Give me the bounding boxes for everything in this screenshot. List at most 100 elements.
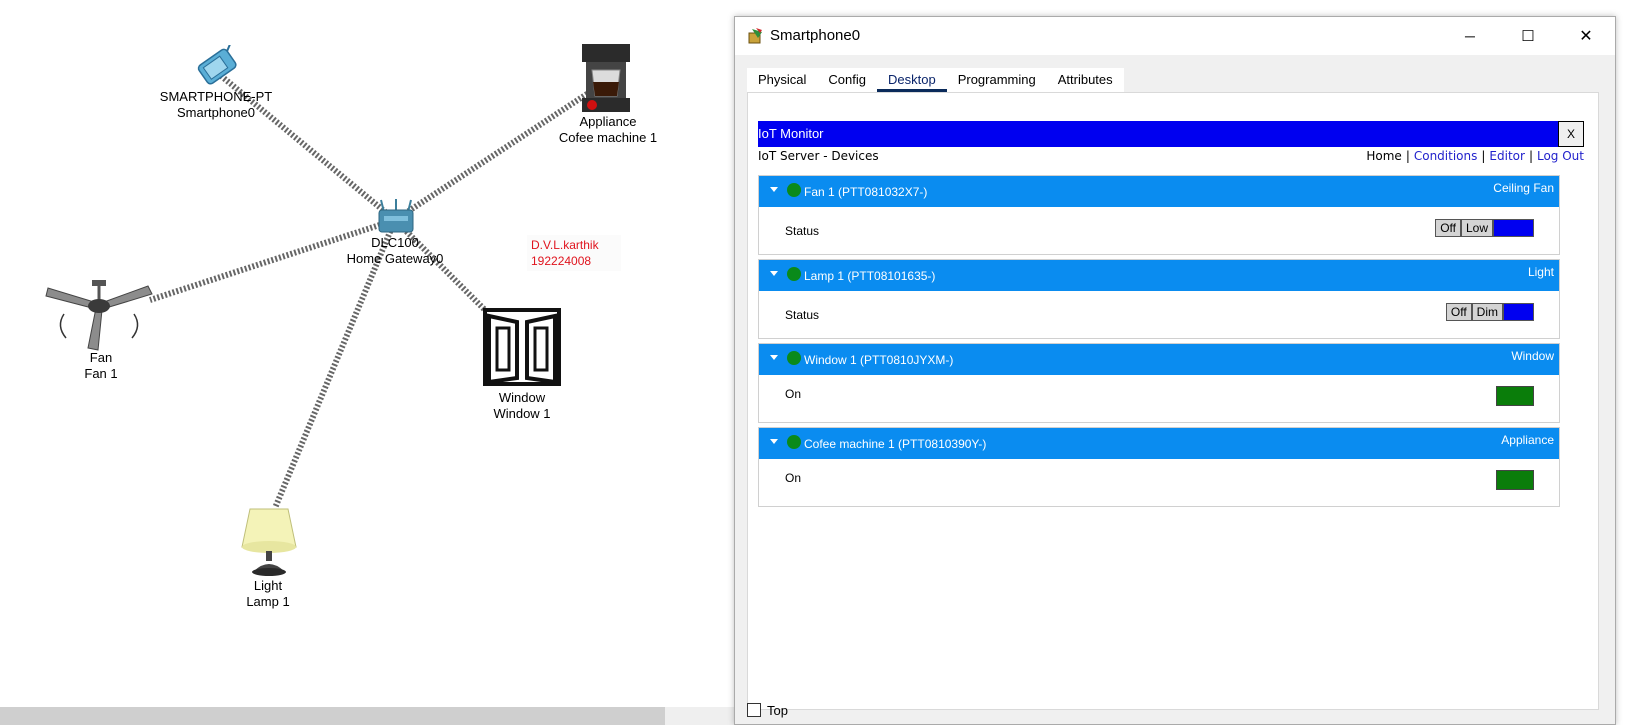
coffee-machine-label: Appliance Cofee machine 1 <box>559 114 657 146</box>
device-body: On <box>759 459 1559 506</box>
nav-separator: | <box>1528 149 1533 163</box>
iot-monitor-titlebar: IoT Monitor X <box>758 121 1584 147</box>
lamp-icon[interactable] <box>238 505 300 577</box>
device-name: Lamp 1 (PTT08101635-) <box>804 269 936 283</box>
expand-caret-icon[interactable] <box>770 271 778 276</box>
horizontal-scrollbar[interactable] <box>0 707 665 725</box>
device-type: Light <box>1527 265 1554 279</box>
status-dot-icon <box>787 183 801 197</box>
property-label: On <box>785 387 802 401</box>
fan-off-button[interactable]: Off <box>1435 219 1461 237</box>
home-gateway-icon[interactable] <box>376 198 416 238</box>
ceiling-fan-icon[interactable] <box>44 278 154 358</box>
fan-high-selected[interactable] <box>1493 219 1534 237</box>
device-name: Fan 1 <box>84 366 118 381</box>
device-name: Window 1 <box>493 406 551 421</box>
close-button[interactable]: ✕ <box>1557 17 1615 55</box>
device-header[interactable]: Cofee machine 1 (PTT0810390Y-) Appliance <box>759 428 1559 459</box>
device-body: Status Off Low <box>759 207 1559 254</box>
device-name: Smartphone0 <box>176 105 256 120</box>
note-id: 192224008 <box>531 254 592 268</box>
scrollbar-track[interactable] <box>665 707 735 725</box>
iot-subtitle: IoT Server - Devices <box>758 149 879 163</box>
device-card-window: Window 1 (PTT0810JYXM-) Window On <box>758 343 1560 423</box>
title-bar[interactable]: Smartphone0 ─ ☐ ✕ <box>735 17 1615 55</box>
device-window: Smartphone0 ─ ☐ ✕ Physical Config Deskto… <box>734 16 1616 725</box>
device-body: Status Off Dim <box>759 291 1559 338</box>
tab-bar: Physical Config Desktop Programming Attr… <box>747 68 1124 92</box>
device-name: Window 1 (PTT0810JYXM-) <box>804 353 954 367</box>
lamp-status-control: Off Dim <box>1445 303 1534 321</box>
nav-separator: | <box>1405 149 1410 163</box>
device-type: Ceiling Fan <box>1493 181 1554 195</box>
property-label: Status <box>785 224 820 238</box>
nav-editor-link[interactable]: Editor <box>1489 149 1525 163</box>
device-body: On <box>759 375 1559 422</box>
expand-caret-icon[interactable] <box>770 187 778 192</box>
close-icon: ✕ <box>1579 28 1593 45</box>
status-dot-icon <box>787 267 801 281</box>
device-header[interactable]: Window 1 (PTT0810JYXM-) Window <box>759 344 1559 375</box>
tab-physical[interactable]: Physical <box>747 68 817 92</box>
fan-status-control: Off Low <box>1435 219 1534 237</box>
device-type: DLC100 <box>371 235 419 250</box>
status-dot-icon <box>787 435 801 449</box>
device-name: Fan 1 (PTT081032X7-) <box>804 185 928 199</box>
iot-close-button[interactable]: X <box>1558 121 1584 147</box>
device-type: Appliance <box>1501 433 1554 447</box>
lamp-dim-button[interactable]: Dim <box>1471 303 1503 321</box>
device-type: Fan <box>89 350 113 365</box>
nav-separator: | <box>1481 149 1486 163</box>
app-icon <box>748 28 762 44</box>
coffee-on-indicator[interactable] <box>1496 470 1534 490</box>
iot-monitor-title: IoT Monitor <box>758 126 824 141</box>
tab-config[interactable]: Config <box>817 68 877 92</box>
device-name: Lamp 1 <box>246 594 290 609</box>
smartphone-label: SMARTPHONE-PT Smartphone0 <box>160 89 272 121</box>
coffee-machine-icon[interactable] <box>580 42 632 114</box>
device-type: Light <box>253 578 283 593</box>
lamp-off-button[interactable]: Off <box>1445 303 1472 321</box>
device-type: Appliance <box>579 114 637 129</box>
top-checkbox[interactable] <box>747 703 761 717</box>
device-card-coffee: Cofee machine 1 (PTT0810390Y-) Appliance… <box>758 427 1560 507</box>
smartphone-icon[interactable] <box>188 45 248 87</box>
device-name: Home Gateway0 <box>346 251 444 266</box>
nav-home-link[interactable]: Home <box>1366 149 1401 163</box>
device-name: Cofee machine 1 (PTT0810390Y-) <box>804 437 987 451</box>
maximize-button[interactable]: ☐ <box>1499 17 1557 55</box>
desktop-panel: IoT Monitor X IoT Server - Devices Home |… <box>747 92 1599 710</box>
window-on-indicator[interactable] <box>1496 386 1534 406</box>
nav-conditions-link[interactable]: Conditions <box>1414 149 1478 163</box>
expand-caret-icon[interactable] <box>770 439 778 444</box>
note-author: D.V.L.karthik <box>531 238 599 252</box>
window-icon[interactable] <box>483 308 561 386</box>
device-card-fan: Fan 1 (PTT081032X7-) Ceiling Fan Status … <box>758 175 1560 255</box>
workspace-canvas[interactable]: SMARTPHONE-PT Smartphone0 Appliance Cofe… <box>0 0 735 725</box>
note-box[interactable]: D.V.L.karthik 192224008 <box>527 235 621 271</box>
device-type: Window <box>1511 349 1554 363</box>
minimize-icon: ─ <box>1465 28 1475 44</box>
device-name: Cofee machine 1 <box>558 130 658 145</box>
minimize-button[interactable]: ─ <box>1441 17 1499 55</box>
lamp-label: Light Lamp 1 <box>246 578 289 610</box>
fan-low-button[interactable]: Low <box>1460 219 1493 237</box>
tab-desktop[interactable]: Desktop <box>877 68 947 92</box>
device-header[interactable]: Lamp 1 (PTT08101635-) Light <box>759 260 1559 291</box>
expand-caret-icon[interactable] <box>770 355 778 360</box>
fan-label: Fan Fan 1 <box>84 350 117 382</box>
nav-logout-link[interactable]: Log Out <box>1537 149 1584 163</box>
device-header[interactable]: Fan 1 (PTT081032X7-) Ceiling Fan <box>759 176 1559 207</box>
top-checkbox-row: Top <box>747 700 788 720</box>
lamp-on-selected[interactable] <box>1503 303 1534 321</box>
home-gateway-label: DLC100 Home Gateway0 <box>347 235 444 267</box>
window-title: Smartphone0 <box>770 27 861 44</box>
tab-attributes[interactable]: Attributes <box>1047 68 1124 92</box>
top-checkbox-label: Top <box>767 702 788 718</box>
tab-programming[interactable]: Programming <box>947 68 1047 92</box>
property-label: On <box>785 471 802 485</box>
device-type: SMARTPHONE-PT <box>159 89 273 104</box>
status-dot-icon <box>787 351 801 365</box>
device-type: Window <box>498 390 546 405</box>
property-label: Status <box>785 308 820 322</box>
